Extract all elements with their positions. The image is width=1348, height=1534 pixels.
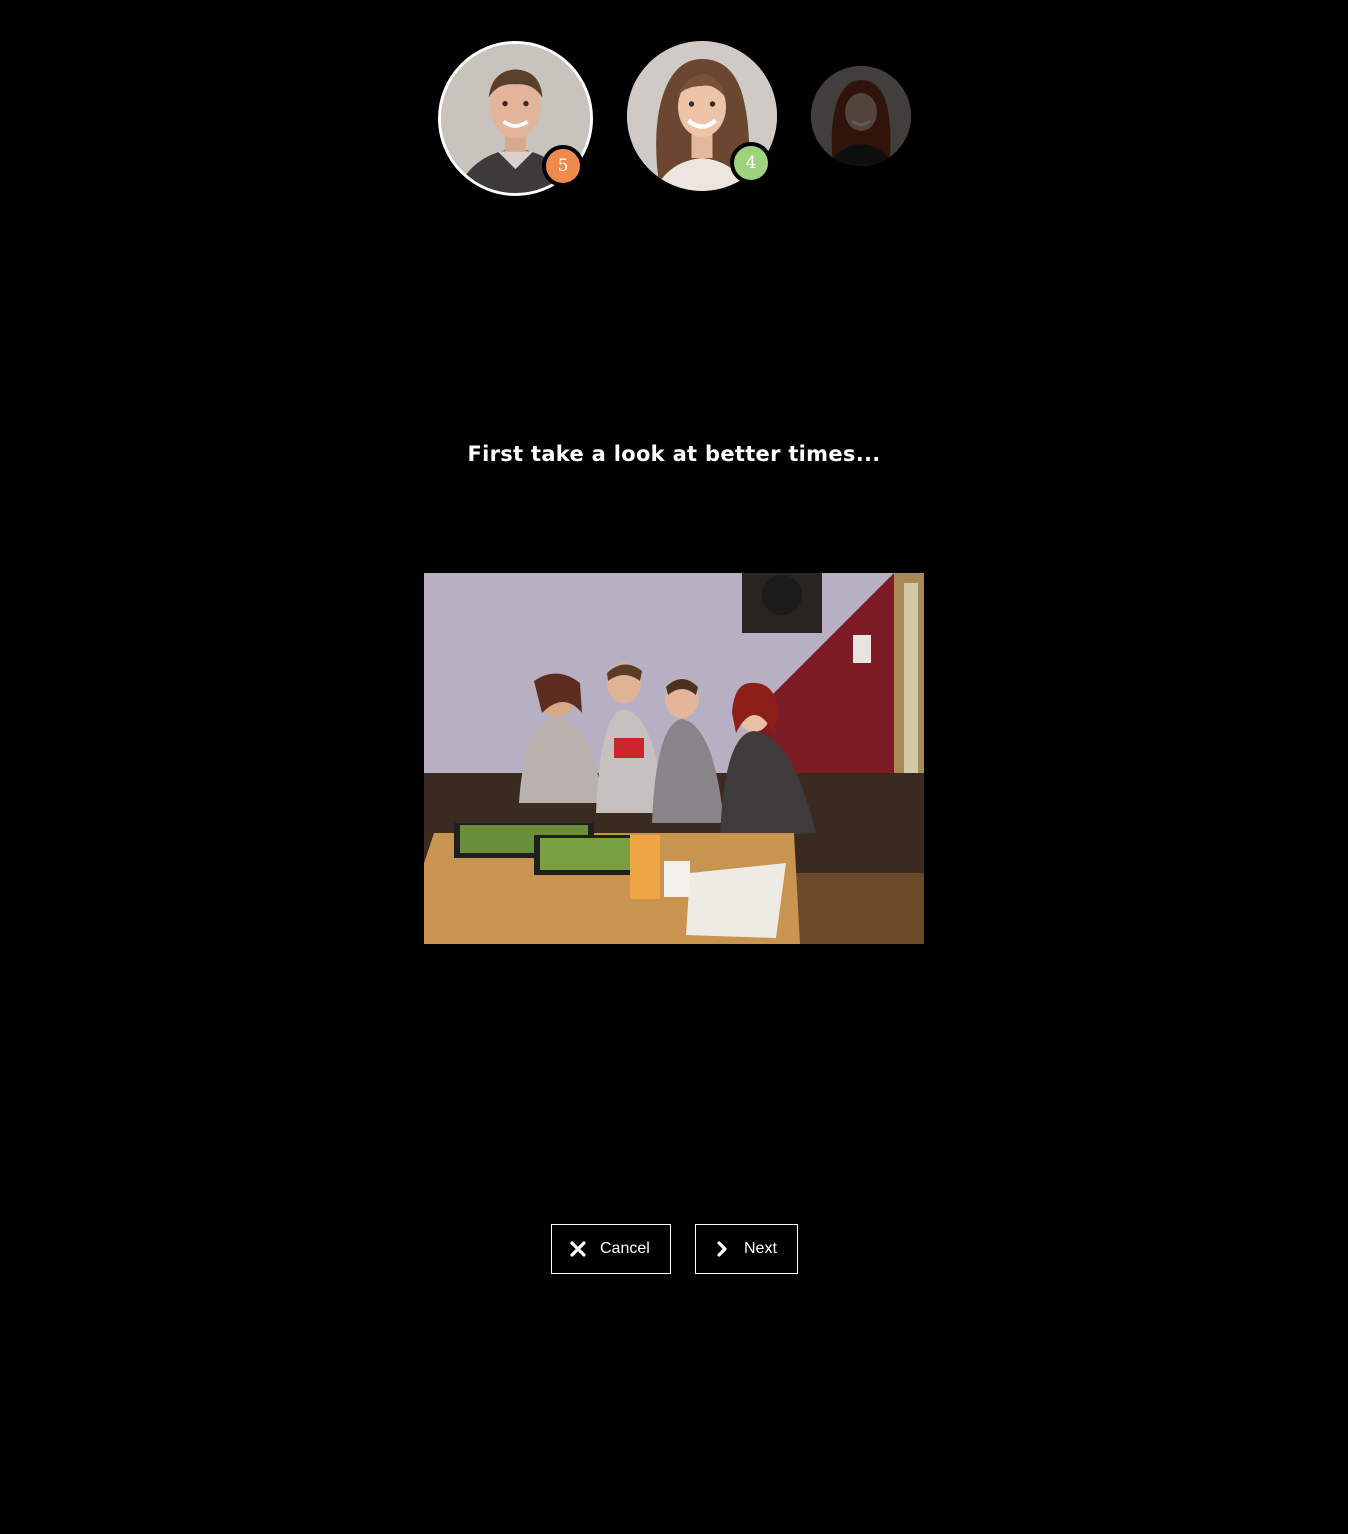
next-button-label: Next	[744, 1240, 777, 1257]
participant-badge-1: 5	[542, 145, 584, 187]
memory-photo	[424, 573, 924, 944]
cancel-button[interactable]: Cancel	[551, 1224, 671, 1274]
participant-avatar-3[interactable]	[811, 66, 911, 166]
close-icon	[570, 1241, 586, 1257]
app-stage: 5 4 First take a look at better times...	[0, 0, 1348, 1534]
woman-red-hair-portrait-icon	[811, 66, 911, 166]
next-button[interactable]: Next	[695, 1224, 798, 1274]
cancel-button-label: Cancel	[600, 1240, 650, 1257]
chevron-right-icon	[714, 1241, 730, 1257]
intro-message: First take a look at better times...	[467, 442, 881, 466]
participant-badge-2: 4	[730, 142, 772, 184]
group-photo-pizza-icon	[424, 573, 924, 944]
